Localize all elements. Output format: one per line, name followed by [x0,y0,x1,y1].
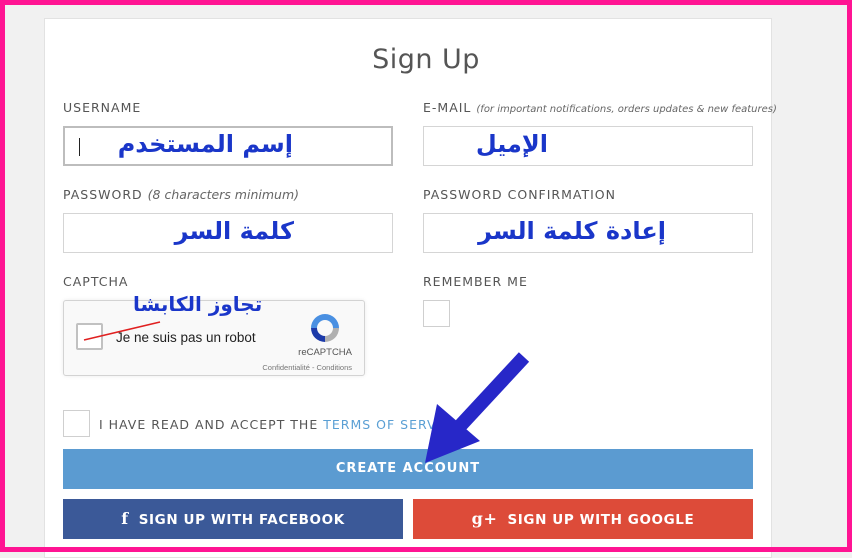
annotation-overlay [83,321,530,463]
arrow-shaft [454,352,530,431]
red-pointer-line [83,321,161,341]
